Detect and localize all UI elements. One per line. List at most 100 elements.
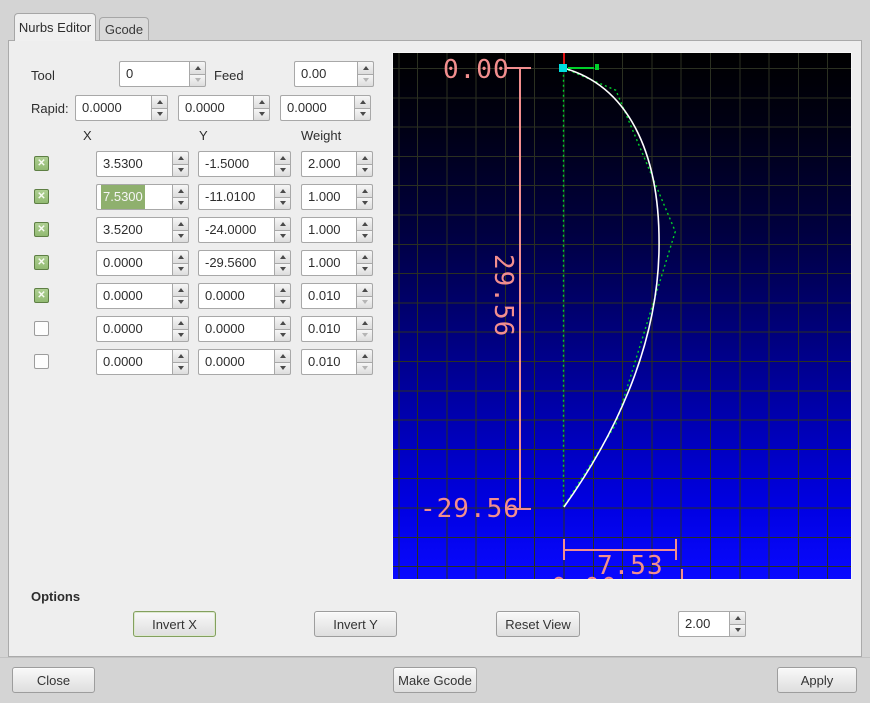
point-5-weight-spinbox[interactable]: 0.010 xyxy=(301,283,373,309)
point-7-weight-value[interactable]: 0.010 xyxy=(301,349,356,375)
point-6-enable-checkbox[interactable] xyxy=(34,321,49,336)
point-2-x-spinbox[interactable]: 7.5300 xyxy=(96,184,189,210)
point-1-weight-value[interactable]: 2.000 xyxy=(301,151,356,177)
spin-up[interactable] xyxy=(172,316,189,329)
spin-up[interactable] xyxy=(274,151,291,164)
point-2-y-spinbox[interactable]: -11.0100 xyxy=(198,184,291,210)
spin-up[interactable] xyxy=(172,250,189,263)
point-1-x-spinbox[interactable]: 3.5300 xyxy=(96,151,189,177)
point-4-enable-checkbox[interactable] xyxy=(34,255,49,270)
spin-down[interactable] xyxy=(274,361,291,375)
point-3-x-spinbox[interactable]: 3.5200 xyxy=(96,217,189,243)
spin-up[interactable] xyxy=(172,283,189,296)
rapid-y-spin-up[interactable] xyxy=(253,95,270,108)
close-button[interactable]: Close xyxy=(12,667,95,693)
point-3-y-value[interactable]: -24.0000 xyxy=(198,217,274,243)
spin-down[interactable] xyxy=(274,196,291,210)
zoom-spin-up[interactable] xyxy=(729,611,746,624)
point-3-enable-checkbox[interactable] xyxy=(34,222,49,237)
tab-nurbs-editor[interactable]: Nurbs Editor xyxy=(14,13,96,41)
point-5-y-value[interactable]: 0.0000 xyxy=(198,283,274,309)
point-5-x-spinbox[interactable]: 0.0000 xyxy=(96,283,189,309)
point-3-x-value[interactable]: 3.5200 xyxy=(96,217,172,243)
point-4-weight-value[interactable]: 1.000 xyxy=(301,250,356,276)
point-1-enable-checkbox[interactable] xyxy=(34,156,49,171)
spin-down[interactable] xyxy=(172,163,189,177)
zoom-spinbox[interactable]: 2.00 xyxy=(678,611,746,637)
zoom-spin-down[interactable] xyxy=(729,623,746,637)
spin-up[interactable] xyxy=(172,217,189,230)
point-6-weight-spinbox[interactable]: 0.010 xyxy=(301,316,373,342)
spin-up[interactable] xyxy=(356,349,373,362)
spin-down[interactable] xyxy=(356,328,373,342)
tool-spinbox[interactable]: 0 xyxy=(119,61,206,87)
point-4-weight-spinbox[interactable]: 1.000 xyxy=(301,250,373,276)
spin-down[interactable] xyxy=(274,163,291,177)
point-1-x-value[interactable]: 3.5300 xyxy=(96,151,172,177)
point-4-y-value[interactable]: -29.5600 xyxy=(198,250,274,276)
spin-up[interactable] xyxy=(356,283,373,296)
point-5-enable-checkbox[interactable] xyxy=(34,288,49,303)
feed-value[interactable]: 0.00 xyxy=(294,61,357,87)
feed-spin-down[interactable] xyxy=(357,73,374,87)
start-point-marker[interactable] xyxy=(559,64,567,72)
rapid-y-spin-down[interactable] xyxy=(253,107,270,121)
tab-gcode[interactable]: Gcode xyxy=(99,17,149,41)
point-2-enable-checkbox[interactable] xyxy=(34,189,49,204)
point-7-weight-spinbox[interactable]: 0.010 xyxy=(301,349,373,375)
feed-spin-up[interactable] xyxy=(357,61,374,74)
spin-down[interactable] xyxy=(356,262,373,276)
point-7-x-value[interactable]: 0.0000 xyxy=(96,349,172,375)
point-3-weight-spinbox[interactable]: 1.000 xyxy=(301,217,373,243)
point-1-y-value[interactable]: -1.5000 xyxy=(198,151,274,177)
point-3-y-spinbox[interactable]: -24.0000 xyxy=(198,217,291,243)
spin-up[interactable] xyxy=(172,349,189,362)
spin-down[interactable] xyxy=(172,295,189,309)
spin-up[interactable] xyxy=(172,184,189,197)
rapid-x-spinbox[interactable]: 0.0000 xyxy=(75,95,168,121)
spin-down[interactable] xyxy=(274,295,291,309)
spin-up[interactable] xyxy=(172,151,189,164)
spin-up[interactable] xyxy=(274,349,291,362)
spin-up[interactable] xyxy=(274,250,291,263)
point-3-weight-value[interactable]: 1.000 xyxy=(301,217,356,243)
reset-view-button[interactable]: Reset View xyxy=(496,611,580,637)
apply-button[interactable]: Apply xyxy=(777,667,857,693)
spin-up[interactable] xyxy=(356,250,373,263)
curve-preview-canvas[interactable]: 0.00 29.56 -29.56 7.53 0.00 xyxy=(392,52,852,580)
invert-y-button[interactable]: Invert Y xyxy=(314,611,397,637)
zoom-value[interactable]: 2.00 xyxy=(678,611,729,637)
spin-down[interactable] xyxy=(356,295,373,309)
spin-down[interactable] xyxy=(356,163,373,177)
rapid-x-value[interactable]: 0.0000 xyxy=(75,95,151,121)
rapid-y-spinbox[interactable]: 0.0000 xyxy=(178,95,270,121)
point-2-weight-value[interactable]: 1.000 xyxy=(301,184,356,210)
spin-up[interactable] xyxy=(356,316,373,329)
rapid-z-value[interactable]: 0.0000 xyxy=(280,95,354,121)
spin-down[interactable] xyxy=(172,328,189,342)
make-gcode-button[interactable]: Make Gcode xyxy=(393,667,477,693)
point-6-y-spinbox[interactable]: 0.0000 xyxy=(198,316,291,342)
point-6-weight-value[interactable]: 0.010 xyxy=(301,316,356,342)
feed-spinbox[interactable]: 0.00 xyxy=(294,61,374,87)
spin-down[interactable] xyxy=(172,229,189,243)
spin-up[interactable] xyxy=(356,151,373,164)
point-7-x-spinbox[interactable]: 0.0000 xyxy=(96,349,189,375)
rapid-z-spin-down[interactable] xyxy=(354,107,371,121)
rapid-y-value[interactable]: 0.0000 xyxy=(178,95,253,121)
point-5-y-spinbox[interactable]: 0.0000 xyxy=(198,283,291,309)
point-4-x-spinbox[interactable]: 0.0000 xyxy=(96,250,189,276)
spin-up[interactable] xyxy=(274,184,291,197)
spin-down[interactable] xyxy=(356,229,373,243)
point-7-enable-checkbox[interactable] xyxy=(34,354,49,369)
point-6-x-value[interactable]: 0.0000 xyxy=(96,316,172,342)
point-1-y-spinbox[interactable]: -1.5000 xyxy=(198,151,291,177)
rapid-z-spin-up[interactable] xyxy=(354,95,371,108)
point-2-x-value[interactable]: 7.5300 xyxy=(101,185,145,209)
spin-up[interactable] xyxy=(274,316,291,329)
spin-up[interactable] xyxy=(274,283,291,296)
invert-x-button[interactable]: Invert X xyxy=(133,611,216,637)
rapid-z-spinbox[interactable]: 0.0000 xyxy=(280,95,371,121)
point-4-y-spinbox[interactable]: -29.5600 xyxy=(198,250,291,276)
point-7-y-value[interactable]: 0.0000 xyxy=(198,349,274,375)
